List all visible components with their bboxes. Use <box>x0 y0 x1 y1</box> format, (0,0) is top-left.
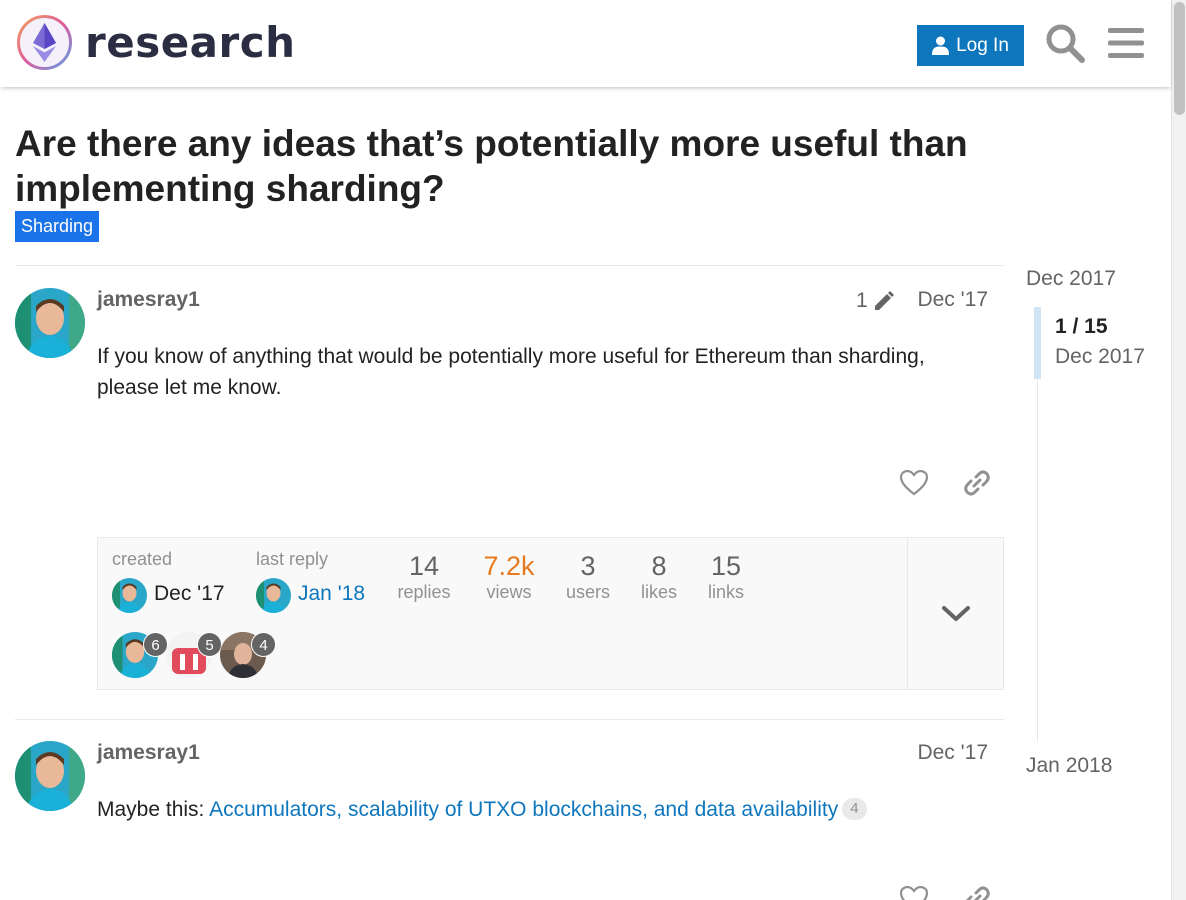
heart-icon <box>900 886 928 900</box>
stat-label: users <box>565 582 610 602</box>
login-label: Log In <box>956 34 1009 56</box>
stat-views: 7.2k views <box>474 551 544 603</box>
last-reply-date[interactable]: Jan '18 <box>298 582 365 606</box>
participant-post-count: 5 <box>197 632 222 657</box>
chevron-down-icon <box>942 606 970 621</box>
edit-count: 1 <box>856 289 868 312</box>
stat-value: 15 <box>710 551 742 581</box>
stat-value: 14 <box>408 551 440 581</box>
page-scrollbar[interactable] <box>1171 0 1186 900</box>
participant-post-count: 4 <box>251 632 276 657</box>
stat-label: likes <box>640 582 677 602</box>
user-icon <box>932 36 950 55</box>
created-date: Dec '17 <box>154 582 225 605</box>
avatar[interactable] <box>256 578 291 613</box>
site-header: research Log In <box>0 0 1171 87</box>
search-button[interactable] <box>1043 20 1087 66</box>
avatar[interactable] <box>15 741 85 811</box>
stat-links[interactable]: 15 links <box>701 551 751 603</box>
user-avatar-icon <box>112 578 147 613</box>
post: jamesray1 Dec '17 Maybe this: Accumulato… <box>15 719 1004 900</box>
timeline-position: 1 / 15 <box>1055 315 1108 338</box>
expand-topic-map-button[interactable] <box>908 538 1004 690</box>
user-avatar-icon <box>15 288 85 358</box>
login-button[interactable]: Log In <box>917 25 1024 66</box>
topic-title[interactable]: Are there any ideas that’s potentially m… <box>15 121 1015 211</box>
post-username[interactable]: jamesray1 <box>97 741 200 765</box>
timeline-scroller-handle[interactable] <box>1034 307 1041 379</box>
post: jamesray1 1 Dec '17 If you know of anyth… <box>15 265 1004 719</box>
post-body: Maybe this: Accumulators, scalability of… <box>97 794 997 825</box>
stat-replies: 14 replies <box>390 551 458 603</box>
edit-history-button[interactable]: 1 <box>856 289 896 313</box>
avatar[interactable] <box>15 288 85 358</box>
post-body-text: Maybe this: <box>97 798 205 821</box>
user-avatar-icon <box>15 741 85 811</box>
stat-label: views <box>486 582 532 602</box>
topic-link[interactable]: Accumulators, scalability of UTXO blockc… <box>209 798 838 821</box>
post-date[interactable]: Dec '17 <box>917 741 988 765</box>
avatar[interactable] <box>112 578 147 613</box>
site-name: research <box>85 18 296 67</box>
created-label: created <box>112 549 173 569</box>
share-link-button[interactable] <box>962 884 992 900</box>
stat-value: 3 <box>580 551 596 581</box>
topic-map: created Dec '17 last reply Jan '18 14 re… <box>97 537 1004 690</box>
stat-users: 3 users <box>558 551 618 603</box>
like-button[interactable] <box>899 884 929 900</box>
post-date[interactable]: Dec '17 <box>917 288 988 312</box>
stat-label: links <box>707 582 744 602</box>
hamburger-menu-button[interactable] <box>1105 20 1147 66</box>
category-badge[interactable]: Sharding <box>15 211 100 242</box>
pencil-icon <box>874 291 894 310</box>
ethereum-research-logo-icon <box>17 15 72 70</box>
participant-post-count: 6 <box>143 632 168 657</box>
stat-value: 7.2k <box>483 551 535 581</box>
post-username[interactable]: jamesray1 <box>97 288 200 312</box>
stat-likes: 8 likes <box>633 551 685 603</box>
link-icon <box>964 470 990 496</box>
user-avatar-icon <box>256 578 291 613</box>
last-reply-label: last reply <box>256 549 329 569</box>
timeline-start-date[interactable]: Dec 2017 <box>1026 267 1116 291</box>
link-icon <box>965 886 990 900</box>
timeline-position-date: Dec 2017 <box>1055 345 1145 368</box>
post-body: If you know of anything that would be po… <box>97 345 925 399</box>
link-click-count: 4 <box>842 798 867 820</box>
timeline-end-date[interactable]: Jan 2018 <box>1026 754 1112 778</box>
heart-icon <box>900 470 928 496</box>
scrollbar-thumb[interactable] <box>1174 2 1185 115</box>
stat-value: 8 <box>651 551 667 581</box>
hamburger-menu-icon <box>1108 28 1144 58</box>
stat-label: replies <box>397 582 451 602</box>
site-logo[interactable]: research <box>16 14 296 71</box>
like-button[interactable] <box>899 468 929 498</box>
share-link-button[interactable] <box>962 468 992 498</box>
search-icon <box>1046 24 1085 63</box>
